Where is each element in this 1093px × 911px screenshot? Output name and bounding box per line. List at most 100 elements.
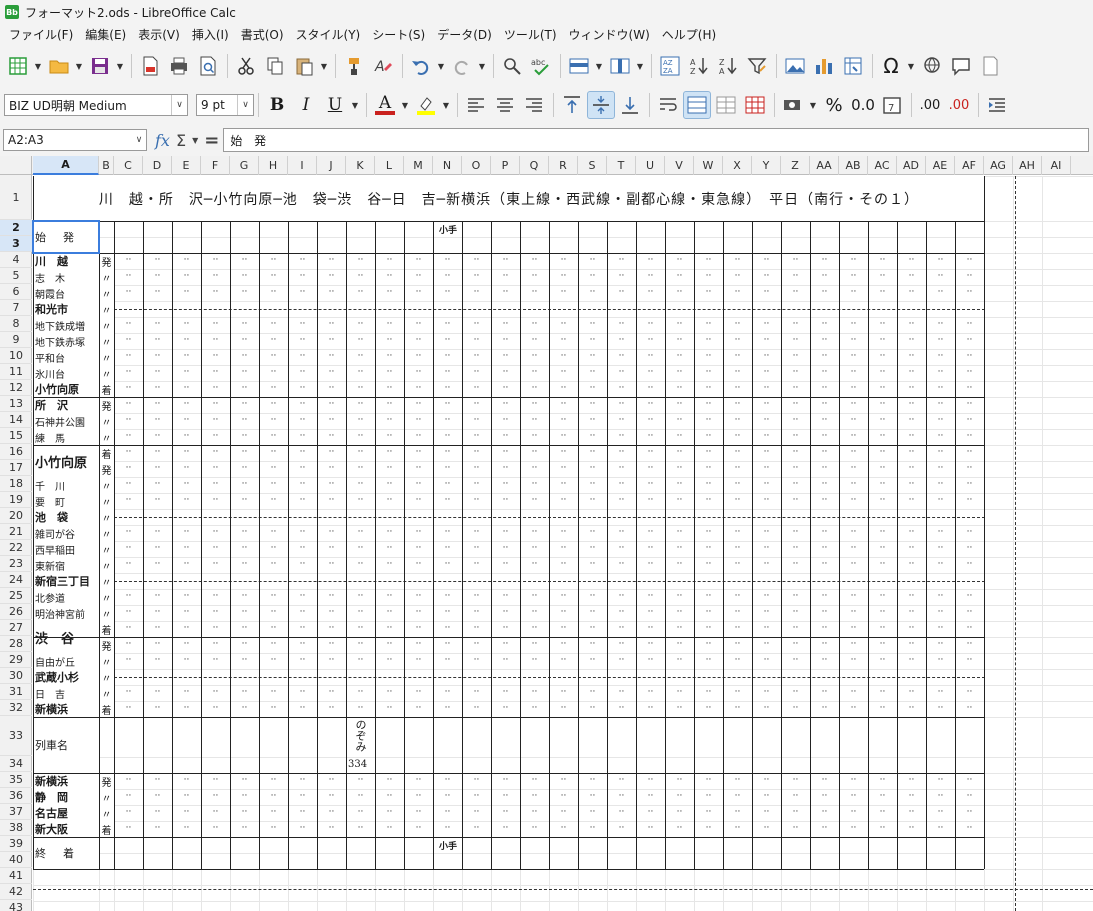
column-header[interactable]: L bbox=[375, 156, 404, 175]
number-format-button[interactable]: 0.0 bbox=[849, 91, 877, 119]
row-header[interactable]: 9 bbox=[0, 332, 32, 348]
row-header[interactable]: 41 bbox=[0, 868, 32, 884]
column-header[interactable]: G bbox=[230, 156, 259, 175]
new-spreadsheet-icon[interactable] bbox=[4, 52, 32, 80]
column-header[interactable]: AA bbox=[810, 156, 839, 175]
column-header[interactable]: B bbox=[99, 156, 114, 175]
row-header[interactable]: 13 bbox=[0, 396, 32, 412]
sort-ascending-icon[interactable]: AZ bbox=[685, 52, 713, 80]
copy-icon[interactable] bbox=[261, 52, 289, 80]
hyperlink-icon[interactable] bbox=[918, 52, 946, 80]
column-dropdown[interactable]: ▼ bbox=[635, 52, 645, 80]
column-header[interactable]: V bbox=[665, 156, 694, 175]
column-header[interactable]: AE bbox=[926, 156, 955, 175]
row-header[interactable]: 37 bbox=[0, 804, 32, 820]
column-header[interactable]: Y bbox=[752, 156, 781, 175]
menu-file[interactable]: ファイル(F) bbox=[3, 24, 79, 46]
highlight-color-icon[interactable] bbox=[412, 91, 440, 119]
menu-styles[interactable]: スタイル(Y) bbox=[290, 24, 367, 46]
row-header[interactable]: 39 bbox=[0, 836, 32, 852]
align-bottom-icon[interactable] bbox=[616, 91, 644, 119]
column-header[interactable]: P bbox=[491, 156, 520, 175]
chevron-down-icon[interactable]: ∨ bbox=[132, 135, 146, 145]
print-icon[interactable] bbox=[165, 52, 193, 80]
column-icon[interactable] bbox=[606, 52, 634, 80]
row-header[interactable]: 34 bbox=[0, 756, 32, 772]
insert-image-icon[interactable] bbox=[781, 52, 809, 80]
menu-tools[interactable]: ツール(T) bbox=[498, 24, 563, 46]
export-pdf-icon[interactable] bbox=[136, 52, 164, 80]
column-header[interactable]: D bbox=[143, 156, 172, 175]
align-left-icon[interactable] bbox=[462, 91, 490, 119]
date-format-icon[interactable]: 7 bbox=[878, 91, 906, 119]
row-header[interactable]: 20 bbox=[0, 508, 32, 524]
row-header[interactable]: 8 bbox=[0, 316, 32, 332]
row-header[interactable]: 3 bbox=[0, 236, 32, 252]
row-header[interactable]: 29 bbox=[0, 652, 32, 668]
column-header[interactable]: J bbox=[317, 156, 346, 175]
percent-button[interactable]: % bbox=[820, 91, 848, 119]
chevron-down-icon[interactable]: ∨ bbox=[171, 95, 187, 115]
cut-icon[interactable] bbox=[232, 52, 260, 80]
column-header[interactable]: C bbox=[114, 156, 143, 175]
row-header[interactable]: 14 bbox=[0, 412, 32, 428]
column-header[interactable]: AG bbox=[984, 156, 1013, 175]
menu-view[interactable]: 表示(V) bbox=[132, 24, 186, 46]
row-header[interactable]: 35 bbox=[0, 772, 32, 788]
row-header[interactable]: 31 bbox=[0, 684, 32, 700]
row-header[interactable]: 2 bbox=[0, 220, 32, 236]
menu-format[interactable]: 書式(O) bbox=[235, 24, 290, 46]
column-header[interactable]: Z bbox=[781, 156, 810, 175]
print-preview-icon[interactable] bbox=[194, 52, 222, 80]
clear-formatting-icon[interactable]: A bbox=[369, 52, 397, 80]
column-header[interactable]: AI bbox=[1042, 156, 1071, 175]
header-footer-icon[interactable] bbox=[976, 52, 1004, 80]
menu-help[interactable]: ヘルプ(H) bbox=[656, 24, 722, 46]
delete-decimal-button[interactable]: .00 bbox=[945, 91, 973, 119]
sort-descending-icon[interactable]: ZA bbox=[714, 52, 742, 80]
column-header[interactable]: S bbox=[578, 156, 607, 175]
font-color-dropdown[interactable]: ▼ bbox=[400, 91, 410, 119]
font-name-box[interactable]: BIZ UD明朝 Medium ∨ bbox=[4, 94, 188, 116]
paste-icon[interactable] bbox=[290, 52, 318, 80]
row-header[interactable]: 4 bbox=[0, 252, 32, 268]
bold-button[interactable]: B bbox=[263, 91, 291, 119]
row-dropdown[interactable]: ▼ bbox=[594, 52, 604, 80]
save-icon[interactable] bbox=[86, 52, 114, 80]
row-header[interactable]: 38 bbox=[0, 820, 32, 836]
add-decimal-button[interactable]: .00 bbox=[916, 91, 944, 119]
column-header[interactable]: U bbox=[636, 156, 665, 175]
merge-cells-icon[interactable] bbox=[712, 91, 740, 119]
column-header[interactable]: AD bbox=[897, 156, 926, 175]
column-header[interactable]: K bbox=[346, 156, 375, 175]
row-header[interactable]: 15 bbox=[0, 428, 32, 444]
column-header[interactable]: AB bbox=[839, 156, 868, 175]
column-header[interactable]: Q bbox=[520, 156, 549, 175]
redo-dropdown[interactable]: ▼ bbox=[477, 52, 487, 80]
column-header[interactable]: A bbox=[33, 156, 99, 175]
column-header[interactable]: AH bbox=[1013, 156, 1042, 175]
row-header[interactable]: 10 bbox=[0, 348, 32, 364]
underline-dropdown[interactable]: ▼ bbox=[350, 91, 360, 119]
row-header[interactable]: 1 bbox=[0, 175, 32, 220]
column-header[interactable]: X bbox=[723, 156, 752, 175]
column-header[interactable]: W bbox=[694, 156, 723, 175]
menu-sheet[interactable]: シート(S) bbox=[366, 24, 431, 46]
row-header[interactable]: 12 bbox=[0, 380, 32, 396]
increase-indent-icon[interactable] bbox=[983, 91, 1011, 119]
row-header[interactable]: 33 bbox=[0, 716, 32, 756]
row-header[interactable]: 25 bbox=[0, 588, 32, 604]
wrap-text-icon[interactable] bbox=[654, 91, 682, 119]
column-header[interactable]: E bbox=[172, 156, 201, 175]
font-size-box[interactable]: 9 pt ∨ bbox=[196, 94, 254, 116]
column-header[interactable]: N bbox=[433, 156, 462, 175]
menu-edit[interactable]: 編集(E) bbox=[79, 24, 132, 46]
center-vertically-icon[interactable] bbox=[587, 91, 615, 119]
new-dropdown[interactable]: ▼ bbox=[33, 52, 43, 80]
align-right-icon[interactable] bbox=[520, 91, 548, 119]
row-header[interactable]: 18 bbox=[0, 476, 32, 492]
column-header[interactable]: T bbox=[607, 156, 636, 175]
font-color-button[interactable]: A bbox=[371, 91, 399, 119]
row-header[interactable]: 30 bbox=[0, 668, 32, 684]
row-header[interactable]: 27 bbox=[0, 620, 32, 636]
